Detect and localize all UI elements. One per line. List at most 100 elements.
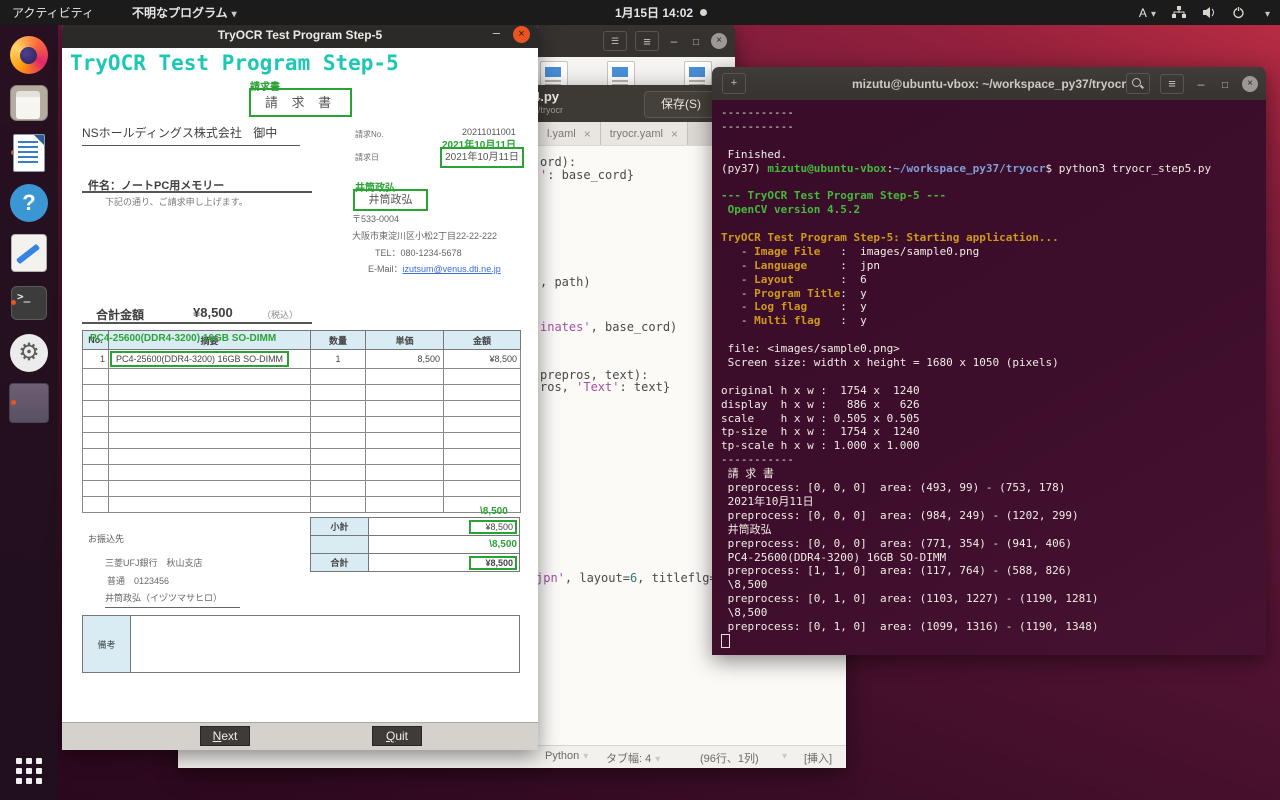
- tab-close-icon[interactable]: [671, 127, 678, 141]
- tab-width-selector[interactable]: タブ幅: 4: [606, 750, 660, 766]
- doc-title-box: 請 求 書: [249, 88, 352, 117]
- clock-label: 1月15日 14:02: [615, 4, 693, 21]
- bank-label: お振込先: [88, 532, 124, 545]
- grand-total-label: 合計: [311, 554, 369, 572]
- show-applications-button[interactable]: [9, 751, 49, 791]
- dock-item-writer[interactable]: [9, 133, 49, 173]
- dock: ? >_ ⚙: [0, 25, 58, 800]
- top-bar: アクティビティ 不明なプログラム 1月15日 14:02 A: [0, 0, 1280, 25]
- close-icon[interactable]: ×: [513, 26, 530, 43]
- remarks-label: 備考: [83, 616, 131, 672]
- col-amount: 金額: [444, 331, 521, 350]
- app-menu[interactable]: 不明なプログラム: [132, 4, 237, 21]
- subtotal-row: 小計 ¥8,500: [311, 518, 520, 536]
- greeting-text: 下記の通り、ご請求申し上げます。: [105, 195, 248, 208]
- code-fragment: ': base_cord}: [540, 168, 634, 182]
- date-box: 2021年10月11日: [440, 147, 524, 168]
- firefox-icon: [10, 36, 48, 74]
- tryocr-footer: Next Quit: [62, 722, 538, 750]
- dock-item-terminal[interactable]: >_: [9, 283, 49, 323]
- tab-label: l.yaml: [547, 128, 576, 140]
- dock-item-tryocr[interactable]: [9, 383, 49, 423]
- dock-item-text-editor[interactable]: [9, 233, 49, 273]
- save-button[interactable]: 保存(S): [644, 91, 718, 118]
- date-label: 請求日: [355, 152, 379, 163]
- terminal-header-bar[interactable]: mizutu@ubuntu-vbox: ~/workspace_py37/try…: [712, 67, 1266, 100]
- grand-total-row: 合計 ¥8,500: [311, 554, 520, 572]
- hamburger-menu-icon[interactable]: [1160, 74, 1184, 94]
- ocr-label-item: PC4-25600(DDR4-3200) 16GB SO-DIMM: [90, 333, 276, 344]
- dock-item-settings[interactable]: ⚙: [9, 333, 49, 373]
- tab-close-icon[interactable]: [584, 127, 591, 141]
- chevron-down-icon: [1261, 6, 1270, 20]
- network-icon: [1172, 6, 1186, 19]
- input-method-indicator[interactable]: A: [1139, 6, 1156, 20]
- code-fragment: , path): [540, 275, 591, 289]
- activities-button[interactable]: アクティビティ: [12, 4, 94, 21]
- tax-note: （税込）: [262, 308, 298, 321]
- clock-menu[interactable]: 1月15日 14:02: [615, 4, 707, 21]
- volume-icon: [1202, 6, 1216, 19]
- minimize-icon[interactable]: [1194, 77, 1208, 91]
- text-editor-icon: [11, 234, 47, 272]
- tel-line: TEL：080-1234-5678: [375, 246, 462, 259]
- ocr-canvas: TryOCR Test Program Step-5 請求書 請 求 書 NSホ…: [62, 48, 538, 723]
- maximize-icon[interactable]: [689, 34, 703, 48]
- address-line: 大阪市東淀川区小松2丁目22-22-222: [352, 229, 497, 242]
- maximize-icon[interactable]: [1218, 77, 1232, 91]
- tab-label: tryocr.yaml: [610, 128, 663, 140]
- table-row: [83, 369, 521, 385]
- show-apps-grid-icon: [16, 758, 42, 784]
- email-label: E-Mail：: [368, 264, 403, 274]
- hamburger-menu-icon[interactable]: [635, 31, 659, 51]
- dock-item-help[interactable]: ?: [9, 183, 49, 223]
- dropdown-caret-icon[interactable]: [778, 750, 787, 762]
- bank-line3: 井筒政弘（イヅツマサヒロ）: [105, 591, 240, 608]
- subtotal-box: ¥8,500: [469, 520, 517, 534]
- tab-yaml[interactable]: l.yaml: [538, 122, 601, 145]
- quit-button[interactable]: Quit: [372, 726, 422, 746]
- close-icon[interactable]: [711, 33, 727, 49]
- tryocr-title-bar[interactable]: TryOCR Test Program Step-5 ×: [62, 22, 538, 48]
- running-indicator: [11, 300, 16, 305]
- files-header-bar: [520, 25, 735, 57]
- table-row: [83, 481, 521, 497]
- honorific: 御中: [253, 126, 277, 140]
- tryocr-window: TryOCR Test Program Step-5 × TryOCR Test…: [62, 22, 538, 750]
- email-line: E-Mail：izutsum@venus.dti.ne.jp: [368, 262, 501, 275]
- close-icon[interactable]: [1242, 76, 1258, 92]
- issuer-box: 井筒政弘: [353, 189, 428, 211]
- search-icon[interactable]: [1126, 73, 1150, 94]
- minimize-icon[interactable]: [493, 25, 500, 40]
- running-indicator: [11, 400, 16, 405]
- power-icon: [1232, 6, 1245, 19]
- cell-desc: PC4-25600(DDR4-3200) 16GB SO-DIMM: [109, 350, 311, 369]
- code-fragment: jpn', layout=6, titleflg=: [536, 571, 717, 585]
- terminal-output[interactable]: ---------------------- Finished.(py37) m…: [712, 100, 1266, 655]
- subject-underline: [82, 190, 312, 193]
- tab-tryocr-yaml[interactable]: tryocr.yaml: [601, 122, 688, 145]
- dock-item-files[interactable]: [9, 83, 49, 123]
- next-button[interactable]: Next: [200, 726, 250, 746]
- terminal-icon: >_: [11, 286, 47, 320]
- table-row: [83, 433, 521, 449]
- system-status-area[interactable]: A: [1139, 6, 1270, 20]
- code-fragment: ros, 'Text': text}: [540, 380, 670, 394]
- tax-row: \8,500: [311, 536, 520, 554]
- canvas-heading: TryOCR Test Program Step-5: [70, 51, 399, 75]
- table-row: [83, 465, 521, 481]
- invoice-no-label: 請求No.: [355, 129, 383, 140]
- view-toggle-icon[interactable]: [603, 31, 627, 51]
- dock-item-firefox[interactable]: [9, 35, 49, 75]
- help-icon: ?: [10, 184, 48, 222]
- cell-no: 1: [83, 350, 109, 369]
- cursor-position: (96行、1列): [700, 750, 759, 766]
- totals-table: 小計 ¥8,500 \8,500 合計 ¥8,500: [310, 517, 520, 572]
- new-tab-icon[interactable]: [722, 73, 746, 94]
- bank-line2: 普通 0123456: [107, 574, 169, 587]
- insert-mode-indicator: [挿入]: [804, 750, 832, 766]
- minimize-icon[interactable]: [667, 34, 681, 48]
- language-selector[interactable]: Python: [545, 750, 588, 762]
- email-link[interactable]: izutsum@venus.dti.ne.jp: [403, 264, 501, 274]
- customer-line: NSホールディングス株式会社 御中: [82, 124, 300, 146]
